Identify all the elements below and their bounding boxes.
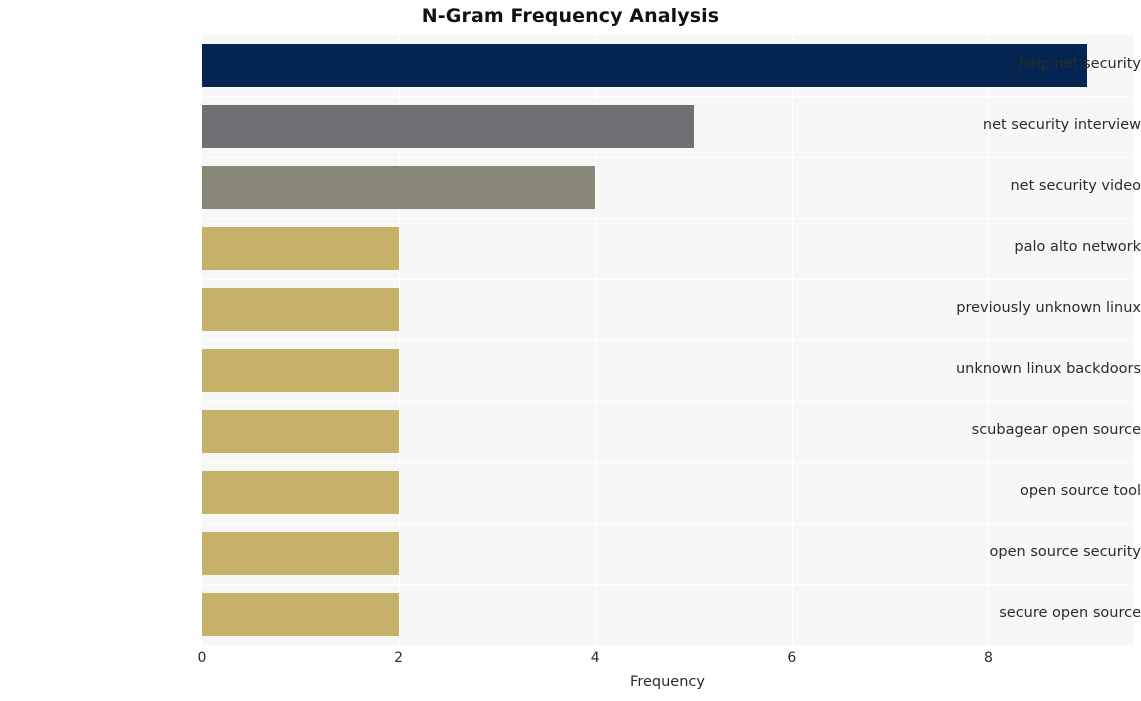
gridline-horizontal [202,96,1133,97]
chart-title: N-Gram Frequency Analysis [421,5,720,27]
y-tick-label: net security interview [982,116,1141,133]
x-axis-label: Frequency [630,674,705,690]
bar[interactable] [202,593,399,636]
bar[interactable] [202,532,399,575]
y-tick-label: unknown linux backdoors [955,360,1141,377]
gridline-horizontal [202,157,1133,158]
y-tick-label: open source security [989,543,1141,560]
y-tick-label: secure open source [999,604,1141,621]
y-tick-label: net security video [1010,177,1141,194]
y-tick-label: scubagear open source [971,421,1141,438]
gridline-horizontal [202,584,1133,585]
gridline-horizontal [202,523,1133,524]
chart-figure: N-Gram Frequency Analysis help net secur… [0,0,1141,701]
gridline-horizontal [202,462,1133,463]
gridline-horizontal [202,218,1133,219]
x-tick-label: 0 [197,650,207,666]
gridline-horizontal [202,340,1133,341]
y-tick-label: help net security [1018,55,1141,72]
y-tick-label: palo alto network [1014,238,1141,255]
x-tick-label: 6 [787,650,797,666]
y-tick-label: previously unknown linux [956,299,1141,316]
x-tick-label: 2 [394,650,404,666]
bar[interactable] [202,227,399,270]
bar[interactable] [202,288,399,331]
bar[interactable] [202,105,694,148]
gridline-horizontal [202,401,1133,402]
x-tick-label: 4 [590,650,600,666]
bar[interactable] [202,471,399,514]
bar[interactable] [202,166,596,209]
gridline-horizontal [202,279,1133,280]
bar[interactable] [202,349,399,392]
y-tick-label: open source tool [1019,482,1141,499]
bar[interactable] [202,410,399,453]
x-tick-label: 8 [984,650,993,666]
